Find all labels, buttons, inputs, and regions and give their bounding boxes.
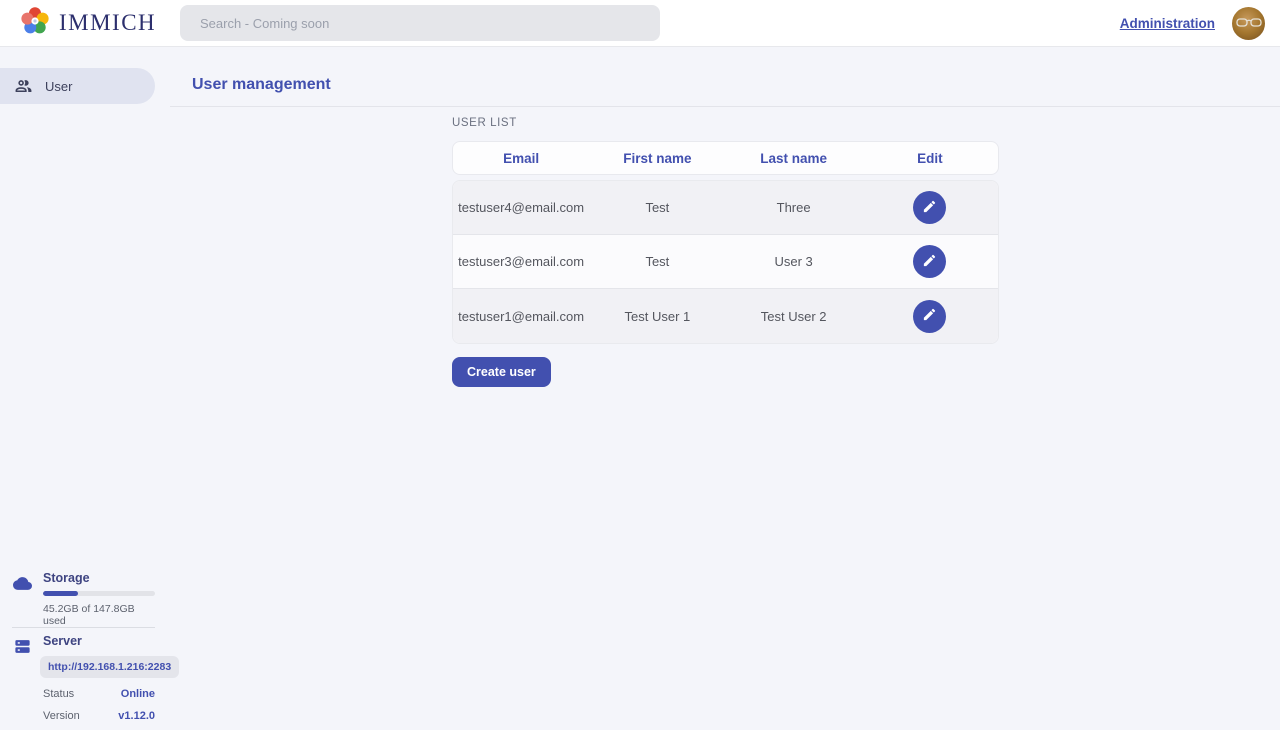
cell-edit [862,191,998,224]
cell-first-name: Test [589,254,725,269]
sidebar-item-user[interactable]: User [0,68,155,104]
storage-widget: Storage 45.2GB of 147.8GB used [0,571,170,627]
user-list-label: USER LIST [452,117,517,129]
server-status-row: Status Online [43,688,155,700]
topbar-right: Administration [1120,7,1280,40]
cell-first-name: Test User 1 [589,309,725,324]
cell-first-name: Test [589,200,725,215]
people-icon [14,77,33,96]
administration-link[interactable]: Administration [1120,16,1215,31]
pencil-icon [922,199,937,217]
sidebar-item-label: User [45,79,72,94]
storage-usage-text: 45.2GB of 147.8GB used [43,603,155,627]
immich-flower-icon [20,6,50,41]
storage-progress-fill [43,591,78,596]
top-navbar: IMMICH Administration [0,0,1280,47]
create-user-button[interactable]: Create user [452,357,551,387]
edit-user-button[interactable] [913,191,946,224]
cloud-icon [13,574,32,598]
user-avatar[interactable] [1232,7,1265,40]
brand-name: IMMICH [59,10,156,36]
column-header-last-name: Last name [726,151,862,166]
server-version-row: Version v1.12.0 [43,710,155,722]
immich-logo[interactable]: IMMICH [0,6,170,41]
table-row: testuser4@email.com Test Three [453,181,998,235]
server-widget: Server http://192.168.1.216:2283 Status … [0,634,170,722]
storage-title: Storage [43,571,155,585]
pencil-icon [922,253,937,271]
cell-last-name: User 3 [726,254,862,269]
server-icon [13,637,32,661]
title-divider [170,106,1280,107]
table-row: testuser3@email.com Test User 3 [453,235,998,289]
pencil-icon [922,307,937,325]
page-title: User management [192,76,331,94]
search-input[interactable] [200,16,640,31]
user-table-body: testuser4@email.com Test Three testuser3… [452,180,999,344]
version-label: Version [43,710,80,722]
cell-edit [862,300,998,333]
search-bar[interactable] [180,5,660,41]
status-value: Online [121,688,155,700]
footer-divider [12,627,155,628]
cell-email: testuser1@email.com [453,309,589,324]
cell-email: testuser3@email.com [453,254,589,269]
edit-user-button[interactable] [913,300,946,333]
server-url: http://192.168.1.216:2283 [40,656,179,678]
column-header-email: Email [453,151,589,166]
cell-last-name: Test User 2 [726,309,862,324]
column-header-edit: Edit [862,151,998,166]
column-header-first-name: First name [589,151,725,166]
table-row: testuser1@email.com Test User 1 Test Use… [453,289,998,343]
version-value: v1.12.0 [118,710,155,722]
cell-edit [862,245,998,278]
user-table-header: Email First name Last name Edit [452,141,999,175]
cell-email: testuser4@email.com [453,200,589,215]
server-title: Server [43,634,155,648]
cell-last-name: Three [726,200,862,215]
storage-progress-bar [43,591,155,596]
status-label: Status [43,688,74,700]
edit-user-button[interactable] [913,245,946,278]
